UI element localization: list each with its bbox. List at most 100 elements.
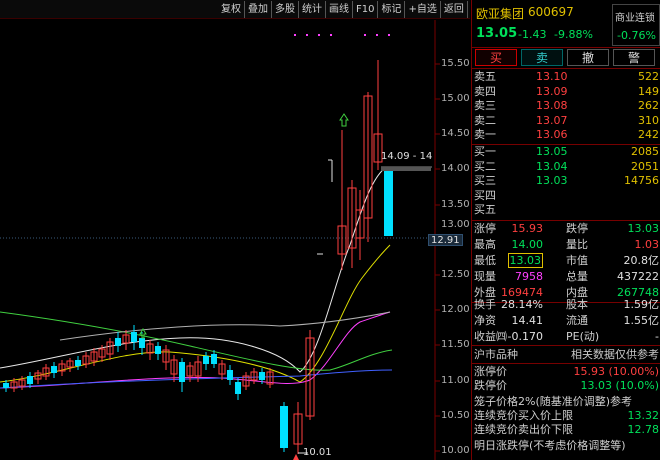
- ask-price[interactable]: 13.07: [536, 114, 568, 129]
- stat-label: 量比: [566, 238, 588, 251]
- limit-label: 涨停价: [474, 365, 507, 378]
- ask-label: 卖一: [474, 128, 496, 141]
- bid-row: 买二 13.04 2051: [472, 160, 660, 175]
- ask-volume: 262: [638, 99, 659, 112]
- bid-row: 买三 13.03 14756: [472, 174, 660, 189]
- current-price-badge: 12.91: [428, 234, 463, 246]
- y-tick-label: 12.00: [441, 304, 470, 315]
- ask-volume: 242: [638, 128, 659, 141]
- stat-label: 总量: [566, 270, 588, 283]
- limit-label: 跌停价: [474, 379, 507, 392]
- fundamentals-table: 换手 28.14% 股本 1.59亿 净资 14.41 流通 1.55亿 收益㈣…: [472, 297, 660, 345]
- bid-price[interactable]: 13.04: [536, 160, 568, 175]
- y-tick-label: 14.50: [441, 128, 470, 139]
- toolbar-multi-stock-button[interactable]: 多股: [272, 1, 299, 18]
- stat-value: 28.14%: [501, 298, 543, 311]
- stat-label: PE(动): [566, 330, 600, 343]
- ask-book: 卖五 13.10 522 卖四 13.09 149 卖三 13.08 262 卖二 13.07…: [472, 70, 660, 143]
- price-alert-button[interactable]: 警: [613, 49, 655, 66]
- stat-label: 净资: [474, 314, 496, 327]
- stat-label: 跌停: [566, 222, 588, 235]
- sector-box[interactable]: 商业连锁 -0.76%: [612, 4, 660, 46]
- bid-price[interactable]: 13.05: [536, 145, 568, 160]
- toolbar-stats-button[interactable]: 统计: [299, 1, 326, 18]
- ask-price[interactable]: 13.06: [536, 128, 568, 143]
- limit-row: 笼子价格2%(随基准价调整)参考: [472, 395, 660, 409]
- stat-value: -: [655, 330, 659, 343]
- ask-row: 卖三 13.08 262: [472, 99, 660, 114]
- limit-value: 12.78: [627, 423, 660, 436]
- stat-value: 1.59亿: [623, 298, 660, 311]
- stat-value: 437222: [617, 270, 659, 283]
- ma-grey-line: [59, 311, 391, 341]
- section-title: 沪市品种: [474, 348, 518, 361]
- stat-label: 最低: [474, 254, 496, 267]
- toolbar-f10-button[interactable]: F10: [353, 1, 379, 18]
- ask-volume: 310: [638, 113, 659, 127]
- bid-label: 买三: [474, 174, 496, 187]
- sell-button[interactable]: 卖: [521, 49, 563, 66]
- bid-label: 买五: [474, 203, 496, 216]
- ask-label: 卖二: [474, 113, 496, 127]
- ma-blue-line: [0, 369, 393, 389]
- stat-value: 1.03: [634, 238, 660, 251]
- limit-value: 15.93 (10.00%): [573, 365, 659, 378]
- ask-volume: 149: [638, 84, 659, 98]
- ask-volume: 522: [638, 70, 659, 83]
- bid-volume: 14756: [624, 174, 659, 187]
- stat-value: 14.00: [511, 238, 544, 251]
- toolbar-draw-button[interactable]: 画线: [326, 1, 353, 18]
- bid-volume: 2085: [631, 145, 659, 158]
- stat-value: 1.55亿: [623, 314, 660, 327]
- kline-canvas[interactable]: [0, 20, 470, 460]
- ma-magenta-line: [0, 311, 391, 389]
- section-ref-note: 相关数据仅供参考: [571, 348, 659, 361]
- toolbar-overlay-button[interactable]: 叠加: [245, 1, 272, 18]
- stat-label: 股本: [566, 298, 588, 311]
- limit-row: 跌停价 13.03 (10.0%): [472, 379, 660, 393]
- stat-label: 涨停: [474, 222, 496, 235]
- stats-row: 现量 7958 总量 437222: [472, 269, 660, 285]
- ma-green-line: [0, 311, 393, 371]
- chart-toolbar: 复权 叠加 多股 统计 画线 F10 标记 +自选 返回: [0, 0, 470, 19]
- ask-label: 卖五: [474, 70, 496, 83]
- ask-price[interactable]: 13.10: [536, 70, 568, 85]
- bid-book: 买一 13.05 2085 买二 13.04 2051 买三 13.03 14756 买四 …: [472, 145, 660, 218]
- cancel-order-button[interactable]: 撤: [567, 49, 609, 66]
- bid-label: 买四: [474, 188, 496, 202]
- stats-row: 净资 14.41 流通 1.55亿: [472, 313, 660, 329]
- stat-value: 14.41: [511, 314, 544, 327]
- y-tick-label: 12.50: [441, 269, 470, 280]
- toolbar-add-watchlist-button[interactable]: +自选: [405, 1, 441, 18]
- ask-row: 卖四 13.09 149: [472, 85, 660, 100]
- stat-label: 最高: [474, 238, 496, 251]
- ask-price[interactable]: 13.08: [536, 99, 568, 114]
- y-tick-label: 15.00: [441, 93, 470, 104]
- toolbar-adjust-button[interactable]: 复权: [218, 1, 245, 18]
- bid-row: 买五: [472, 203, 660, 218]
- buy-button[interactable]: 买: [475, 49, 517, 66]
- stat-value: 20.8亿: [623, 254, 660, 267]
- candles-recent: [280, 60, 432, 454]
- stock-name[interactable]: 欧亚集团: [476, 5, 524, 22]
- up-arrow-marker-icon: [339, 113, 349, 127]
- kline-chart[interactable]: 15.50 15.00 14.50 14.00 13.50 13.00 12.5…: [0, 20, 470, 460]
- bid-price[interactable]: 13.03: [536, 174, 568, 189]
- limit-table: 涨停价 15.93 (10.00%) 跌停价 13.03 (10.0%) 笼子价…: [472, 365, 660, 453]
- event-dots: [294, 34, 390, 36]
- cage-price-note: 笼子价格2%(随基准价调整)参考: [474, 395, 633, 408]
- toolbar-back-button[interactable]: 返回: [441, 1, 468, 18]
- y-tick-label: 10.00: [441, 445, 470, 456]
- stock-header: 欧亚集团 600697 13.05 -1.43 -9.88% 商业连锁 -0.7…: [472, 0, 660, 48]
- high-price-annotation: 14.09 - 14: [381, 151, 433, 162]
- stat-value: 13.03: [627, 222, 660, 235]
- y-tick-label: 15.50: [441, 58, 470, 69]
- stats-row: 换手 28.14% 股本 1.59亿: [472, 297, 660, 313]
- ask-row: 卖二 13.07 310: [472, 114, 660, 129]
- stat-value: 15.93: [511, 222, 544, 235]
- toolbar-mark-button[interactable]: 标记: [378, 1, 406, 18]
- stat-value: -0.170: [507, 330, 543, 343]
- stat-label: 流通: [566, 314, 588, 327]
- bid-volume: 2051: [631, 159, 659, 173]
- ask-price[interactable]: 13.09: [536, 85, 568, 100]
